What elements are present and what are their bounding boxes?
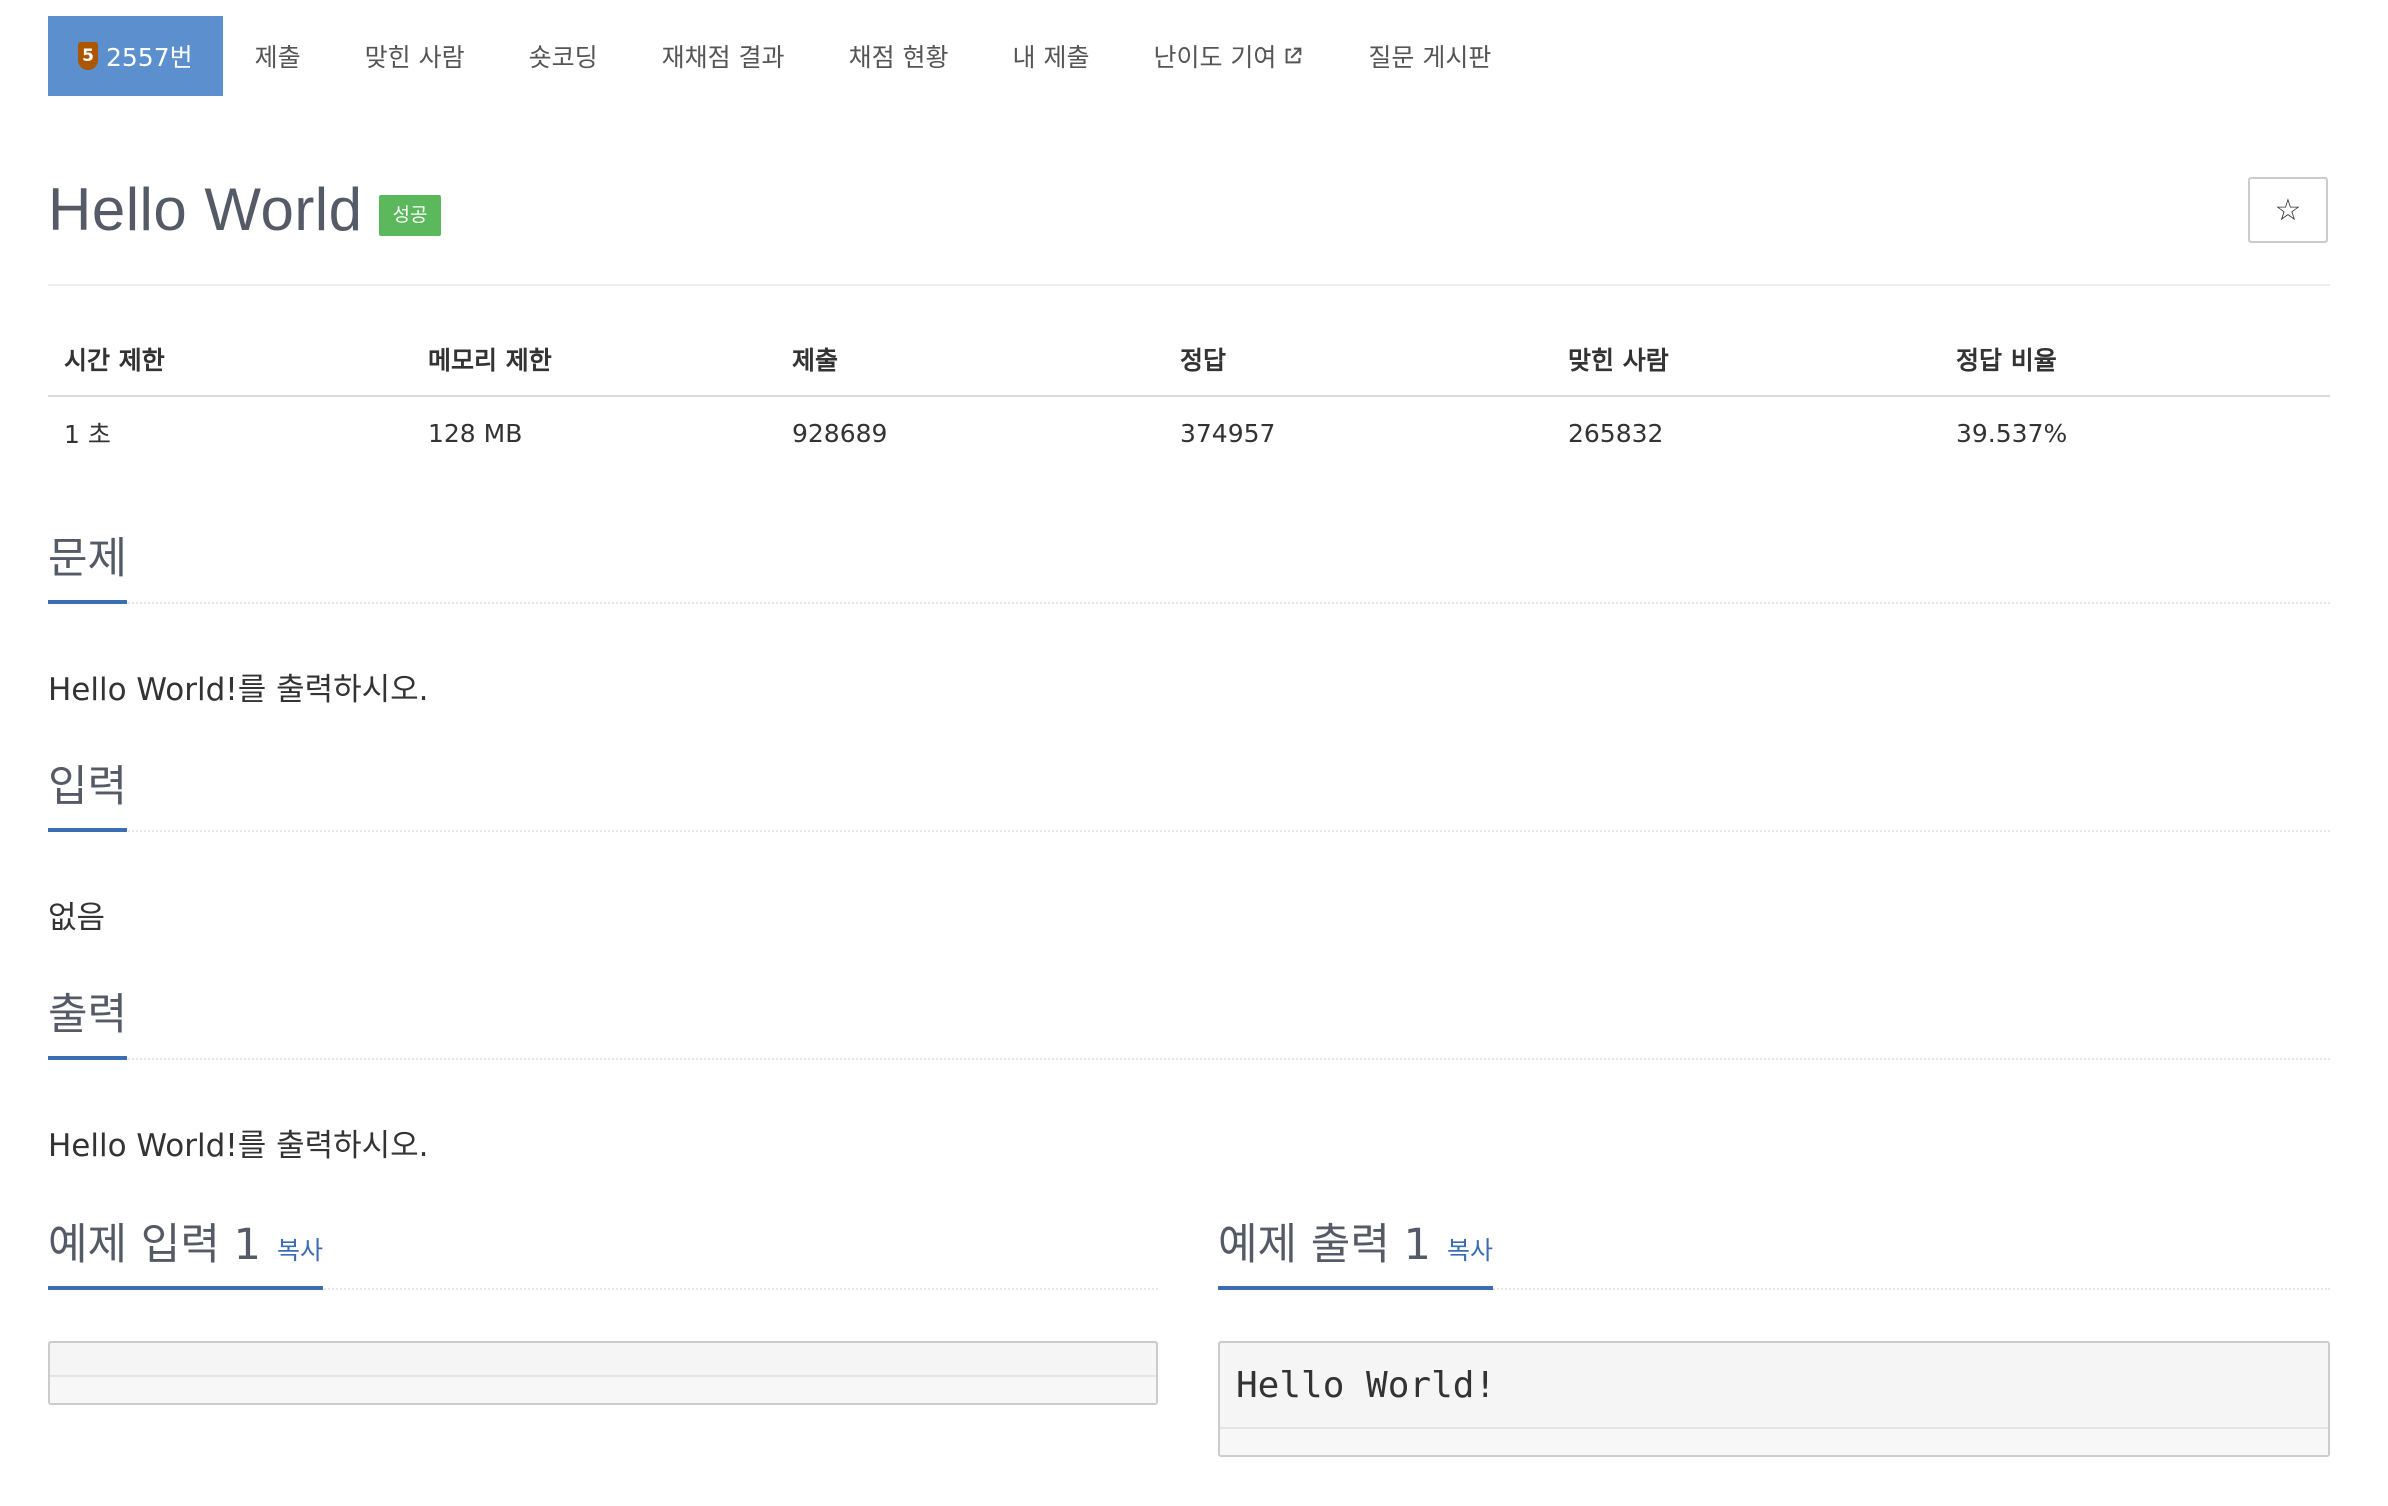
header-accepted: 정답	[1164, 330, 1552, 397]
sample-input-title: 예제 입력 1 복사	[48, 1210, 323, 1290]
status-badge: 성공	[378, 195, 442, 236]
sample-output-title-text: 예제 출력 1	[1218, 1220, 1431, 1270]
input-title: 입력	[48, 752, 128, 832]
title-divider	[48, 284, 2330, 286]
tab-judge-status[interactable]: 채점 현황	[817, 16, 981, 96]
tab-accepted-users[interactable]: 맞힌 사람	[333, 16, 497, 96]
sample-input-title-text: 예제 입력 1	[48, 1220, 261, 1270]
output-header: 출력	[48, 984, 2330, 1060]
tab-my-submissions[interactable]: 내 제출	[981, 16, 1122, 96]
sample-input-scrollbar[interactable]	[50, 1375, 1156, 1403]
tab-difficulty-label: 난이도 기여	[1153, 43, 1277, 72]
header-time-limit: 시간 제한	[48, 330, 412, 397]
tab-rejudge-results[interactable]: 재채점 결과	[630, 16, 817, 96]
header-accept-ratio: 정답 비율	[1940, 330, 2330, 397]
input-body: 없음	[48, 900, 106, 936]
external-link-icon	[1285, 47, 1302, 64]
memory-limit-value: 128 MB	[428, 418, 523, 448]
description-title: 문제	[48, 524, 128, 604]
problem-info-table: 시간 제한 메모리 제한 제출 정답 맞힌 사람 정답 비율 1 초 128 M…	[48, 330, 2330, 469]
tier-bronze-icon: 5	[78, 42, 98, 70]
tab-problem[interactable]: 5 2557번	[48, 16, 223, 96]
sample-output-scrollbar[interactable]	[1220, 1427, 2328, 1455]
header-solved-users: 맞힌 사람	[1552, 330, 1940, 397]
info-header-row: 시간 제한 메모리 제한 제출 정답 맞힌 사람 정답 비율	[48, 330, 2330, 397]
output-body: Hello World!를 출력하시오.	[48, 1128, 429, 1164]
output-title: 출력	[48, 980, 128, 1060]
tab-question-board[interactable]: 질문 게시판	[1336, 16, 1523, 96]
problem-menu: 5 2557번 제출 맞힌 사람 숏코딩 재채점 결과 채점 현황 내 제출 난…	[48, 16, 1523, 96]
accept-ratio-value: 39.537%	[1956, 418, 2068, 448]
input-header: 입력	[48, 756, 2330, 832]
header-submissions: 제출	[776, 330, 1164, 397]
sample-output-copy-link[interactable]: 복사	[1447, 1231, 1493, 1267]
description-header: 문제	[48, 528, 2330, 604]
sample-output-box[interactable]: Hello World!	[1218, 1341, 2330, 1457]
problem-title: Hello World	[48, 176, 363, 243]
sample-input-header: 예제 입력 1 복사	[48, 1214, 1158, 1290]
sample-input-content	[50, 1343, 1156, 1375]
accepted-value: 374957	[1180, 418, 1276, 448]
solved-users-value: 265832	[1568, 418, 1664, 448]
sample-output-content: Hello World!	[1236, 1364, 1497, 1406]
star-icon: ☆	[2274, 192, 2302, 228]
title-row: Hello World 성공	[48, 175, 442, 244]
info-value-row: 1 초 128 MB 928689 374957 265832 39.537%	[48, 396, 2330, 469]
sample-input-copy-link[interactable]: 복사	[277, 1231, 323, 1267]
description-body: Hello World!를 출력하시오.	[48, 672, 429, 708]
tab-short-coding[interactable]: 숏코딩	[497, 16, 630, 96]
submissions-value: 928689	[792, 418, 888, 448]
tab-submit[interactable]: 제출	[223, 16, 333, 96]
sample-output-title: 예제 출력 1 복사	[1218, 1210, 1493, 1290]
sample-input-box[interactable]	[48, 1341, 1158, 1405]
problem-page: 5 2557번 제출 맞힌 사람 숏코딩 재채점 결과 채점 현황 내 제출 난…	[0, 0, 2388, 1506]
tab-difficulty-contribution[interactable]: 난이도 기여	[1121, 16, 1336, 96]
star-button[interactable]: ☆	[2248, 177, 2328, 243]
tab-problem-label: 2557번	[106, 43, 193, 72]
header-memory-limit: 메모리 제한	[412, 330, 776, 397]
sample-output-header: 예제 출력 1 복사	[1218, 1214, 2330, 1290]
time-limit-value: 1 초	[64, 420, 111, 449]
